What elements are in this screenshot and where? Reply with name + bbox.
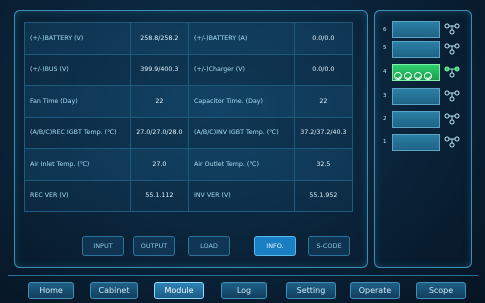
param-value: 55.1.952 — [293, 179, 354, 212]
nav-cabinet-button[interactable]: Cabinet — [90, 282, 138, 299]
param-value: 22 — [129, 85, 189, 118]
connection-icon — [444, 43, 460, 55]
tab-scode[interactable]: S-CODE — [308, 236, 350, 256]
param-label: Air Inlet Temp. (℃) — [24, 148, 131, 181]
param-value: 27.0/27.0/28.0 — [129, 116, 189, 149]
connection-icon — [444, 23, 460, 35]
table-row: (+/-)BATTERY (V) 258.8/258.2 (+/-)BATTER… — [24, 22, 354, 55]
slot-number: 6 — [383, 27, 387, 33]
param-value: 55.1.112 — [129, 179, 189, 212]
param-value: 27.0 — [129, 148, 189, 181]
param-label: INV VER (V) — [187, 179, 295, 212]
module-slot-2[interactable] — [392, 111, 440, 128]
param-value: 0.0/0.0 — [293, 22, 354, 55]
param-value: 399.9/400.3 — [129, 53, 189, 86]
table-row: (+/-)BUS (V) 399.9/400.3 (+/-)Charger (V… — [24, 53, 354, 86]
param-value: 37.2/37.2/40.3 — [293, 116, 354, 149]
param-label: Capacitor Time. (Day) — [187, 85, 295, 118]
slot-number: 4 — [383, 69, 387, 75]
module-slot-4[interactable] — [392, 64, 440, 81]
status-check-icon — [414, 72, 422, 80]
param-label: REC VER (V) — [24, 179, 131, 212]
connection-icon — [444, 90, 460, 102]
nav-module-button[interactable]: Module — [154, 282, 204, 299]
slot-number: 5 — [383, 45, 387, 51]
param-label: (+/-)BUS (V) — [24, 53, 131, 86]
tab-info[interactable]: INFO. — [254, 236, 296, 256]
param-label: (A/B/C)INV IGBT Temp. (℃) — [187, 116, 295, 149]
param-value: 258.8/258.2 — [129, 22, 189, 55]
table-row: Fan Time (Day) 22 Capacitor Time. (Day) … — [24, 85, 354, 118]
nav-setting-button[interactable]: Setting — [286, 282, 336, 299]
slot-number: 3 — [383, 93, 387, 99]
status-check-icon — [424, 72, 432, 80]
param-value: 22 — [293, 85, 354, 118]
param-label: (+/-)BATTERY (A) — [187, 22, 295, 55]
table-row: Air Inlet Temp. (℃) 27.0 Air Outlet Temp… — [24, 148, 354, 181]
param-value: 32.5 — [293, 148, 354, 181]
nav-home-button[interactable]: Home — [28, 282, 74, 299]
param-label: Fan Time (Day) — [24, 85, 131, 118]
nav-scope-button[interactable]: Scope — [416, 282, 466, 299]
nav-operate-button[interactable]: Operate — [350, 282, 400, 299]
connection-icon — [444, 66, 460, 78]
tab-load[interactable]: LOAD — [188, 236, 230, 256]
status-check-icon — [404, 72, 412, 80]
tab-output[interactable]: OUTPUT — [133, 236, 175, 256]
module-slot-5[interactable] — [392, 41, 440, 58]
module-info-table: (+/-)BATTERY (V) 258.8/258.2 (+/-)BATTER… — [24, 22, 354, 212]
param-label: (+/-)BATTERY (V) — [24, 22, 131, 55]
table-row: REC VER (V) 55.1.112 INV VER (V) 55.1.95… — [24, 179, 354, 212]
param-value: 0.0/0.0 — [293, 53, 354, 86]
nav-log-button[interactable]: Log — [221, 282, 267, 299]
param-label: Air Outlet Temp. (℃) — [187, 148, 295, 181]
slot-number: 1 — [383, 139, 387, 145]
table-row: (A/B/C)REC IGBT Temp. (℃) 27.0/27.0/28.0… — [24, 116, 354, 149]
module-slot-3[interactable] — [392, 88, 440, 105]
connection-icon — [444, 113, 460, 125]
module-slot-1[interactable] — [392, 134, 440, 151]
tab-input[interactable]: INPUT — [82, 236, 124, 256]
param-label: (A/B/C)REC IGBT Temp. (℃) — [24, 116, 131, 149]
connection-icon — [444, 136, 460, 148]
param-label: (+/-)Charger (V) — [187, 53, 295, 86]
nav-divider — [8, 275, 478, 276]
slot-number: 2 — [383, 116, 387, 122]
module-slot-6[interactable] — [392, 21, 440, 38]
status-check-icon — [394, 72, 402, 80]
